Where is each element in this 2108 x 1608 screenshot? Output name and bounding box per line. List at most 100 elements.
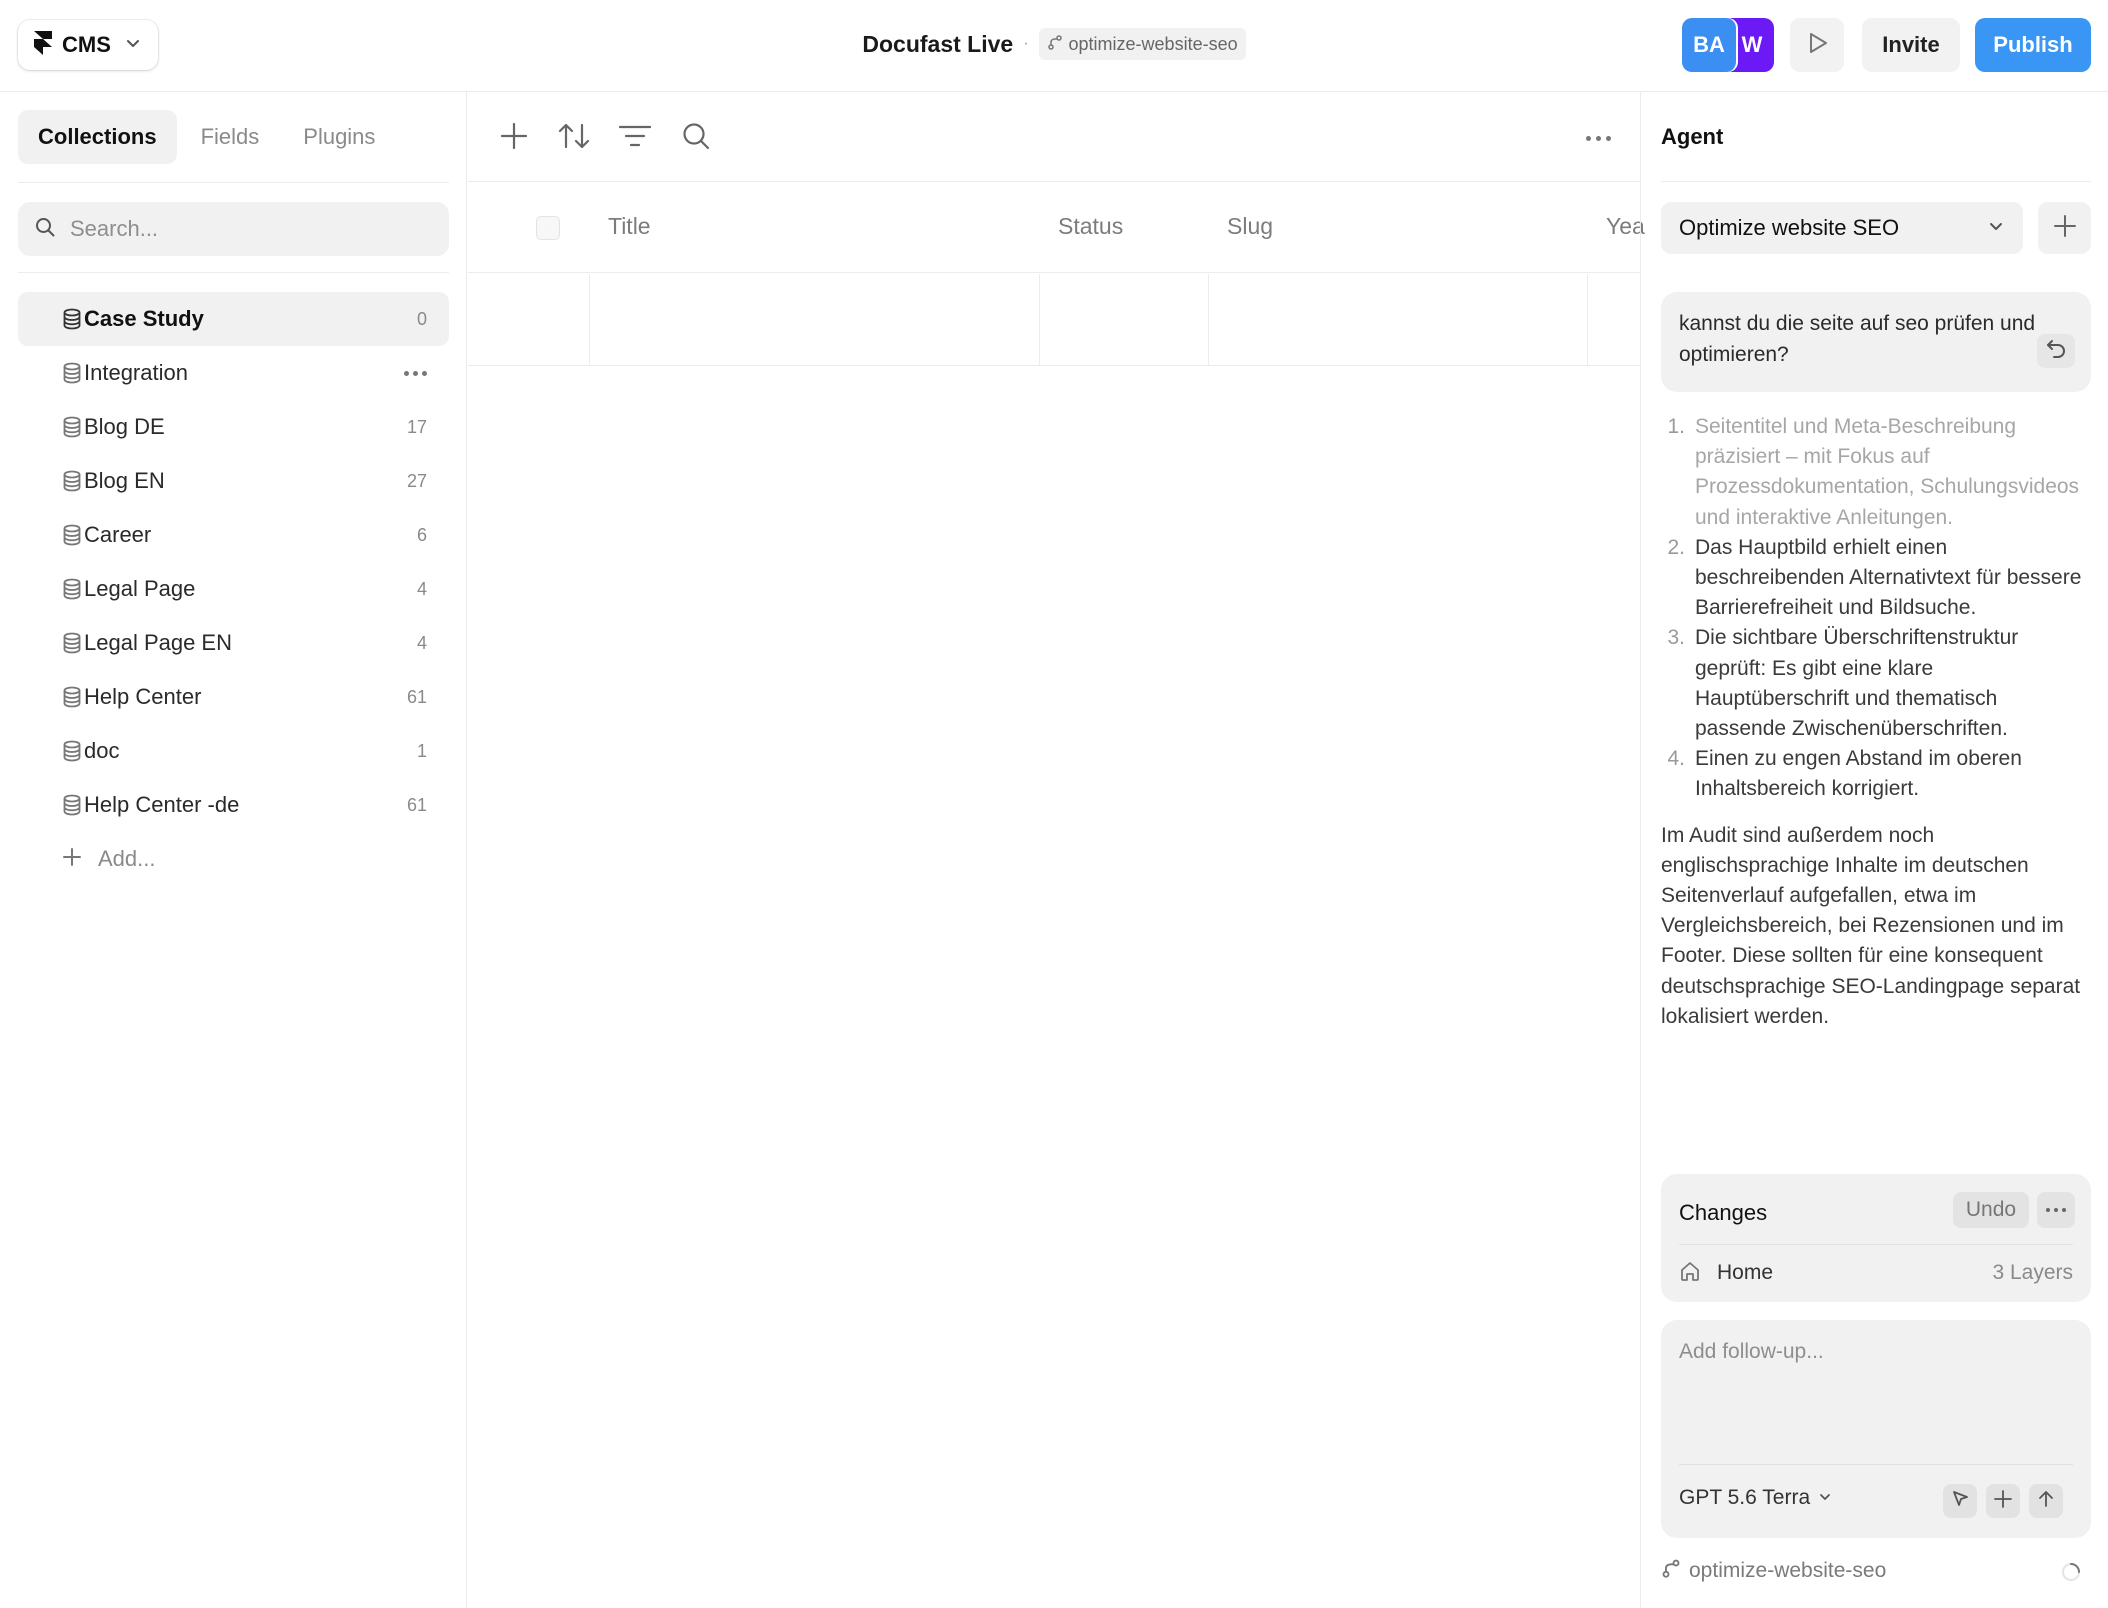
list-item: 3. Die sichtbare Überschriftenstruktur g… [1661, 623, 2091, 744]
plus-icon [2053, 214, 2077, 243]
sidebar-item-blog-de[interactable]: Blog DE 17 [18, 400, 449, 454]
changes-title: Changes [1679, 1200, 1768, 1225]
sidebar-item-career[interactable]: Career 6 [18, 508, 449, 562]
list-item: 2. Das Hauptbild erhielt einen beschreib… [1661, 533, 2091, 624]
sidebar-item-doc[interactable]: doc 1 [18, 724, 449, 778]
project-title[interactable]: Docufast Live [862, 31, 1013, 58]
tab-plugins[interactable]: Plugins [283, 110, 395, 164]
list-item: 4. Einen zu engen Abstand im oberen Inha… [1661, 744, 2091, 804]
plus-icon [1993, 1489, 2013, 1514]
search-input[interactable] [70, 216, 430, 242]
item-count: 6 [416, 524, 427, 545]
undo-button[interactable]: Undo [1953, 1192, 2029, 1228]
column-header-status[interactable]: Status [1058, 213, 1123, 240]
home-icon [1679, 1260, 1701, 1287]
tab-fields[interactable]: Fields [181, 110, 280, 164]
column-divider [1039, 274, 1040, 366]
changed-page-row[interactable]: Home 3 Layers [1661, 1244, 2091, 1302]
add-collection-button[interactable]: Add... [18, 832, 449, 886]
agent-title: Agent [1661, 124, 1724, 149]
item-count: 27 [406, 470, 427, 491]
list-item: 1. Seitentitel und Meta-Beschreibung prä… [1661, 412, 2091, 533]
avatar[interactable]: BA [1682, 18, 1736, 72]
sidebar-item-label: Legal Page [84, 576, 196, 601]
new-task-button[interactable] [2038, 202, 2091, 254]
filter-button[interactable] [615, 118, 655, 158]
sidebar-item-integration[interactable]: Integration [18, 346, 449, 400]
list-number: 1. [1667, 415, 1685, 438]
sidebar-item-legal-page[interactable]: Legal Page 4 [18, 562, 449, 616]
task-dropdown[interactable]: Optimize website SEO [1661, 202, 2023, 254]
play-icon [1804, 30, 1830, 61]
item-count: 61 [406, 686, 427, 707]
more-options-icon[interactable] [1578, 118, 1618, 158]
model-label: GPT 5.6 Terra [1679, 1486, 1811, 1509]
main-content: Title Status Slug Yea [468, 92, 1645, 1608]
follow-up-input[interactable] [1679, 1340, 2073, 1420]
task-label: Optimize website SEO [1679, 215, 1900, 240]
sort-button[interactable] [554, 118, 594, 158]
branch-icon [1661, 1558, 1681, 1584]
collaborator-avatars: W BA [1682, 18, 1774, 72]
database-icon [62, 578, 82, 605]
changes-card: Changes Undo Home 3 Layers [1661, 1174, 2091, 1302]
column-divider [589, 274, 590, 366]
sidebar-item-help-center[interactable]: Help Center 61 [18, 670, 449, 724]
invite-button[interactable]: Invite [1862, 18, 1960, 72]
cursor-icon [1950, 1489, 1970, 1514]
composer: GPT 5.6 Terra [1661, 1320, 2091, 1538]
list-number: 2. [1667, 535, 1685, 559]
search-icon [34, 216, 56, 243]
preview-button[interactable] [1790, 18, 1844, 72]
database-icon [62, 470, 82, 497]
sidebar-item-legal-page-en[interactable]: Legal Page EN 4 [18, 616, 449, 670]
sidebar-tabs: Collections Fields Plugins [18, 110, 395, 164]
item-count: 4 [416, 578, 427, 599]
branch-chip[interactable]: optimize-website-seo [1038, 28, 1246, 60]
sidebar-item-label: Career [84, 522, 152, 547]
more-icon[interactable] [404, 370, 427, 376]
database-icon [62, 524, 82, 551]
chevron-down-icon [125, 35, 141, 56]
table-row[interactable] [468, 274, 1640, 366]
cms-menu-button[interactable]: CMS [18, 20, 158, 70]
select-element-button[interactable] [1943, 1484, 1977, 1518]
list-number: 4. [1667, 747, 1685, 771]
more-options-icon[interactable] [2037, 1192, 2075, 1228]
tab-collections[interactable]: Collections [18, 110, 177, 164]
sidebar-item-help-center-de[interactable]: Help Center -de 61 [18, 778, 449, 832]
search-field[interactable] [18, 202, 449, 256]
database-icon [62, 794, 82, 821]
changed-layers-count: 3 Layers [1992, 1261, 2073, 1284]
list-text: Einen zu engen Abstand im oberen Inhalts… [1695, 747, 2022, 801]
model-dropdown[interactable]: GPT 5.6 Terra [1679, 1486, 1832, 1510]
sidebar-item-case-study[interactable]: Case Study 0 [18, 292, 449, 346]
attach-button[interactable] [1986, 1484, 2020, 1518]
revert-button[interactable] [2037, 334, 2075, 368]
sidebar-item-blog-en[interactable]: Blog EN 27 [18, 454, 449, 508]
database-icon [62, 362, 82, 389]
publish-button[interactable]: Publish [1975, 18, 2091, 72]
send-button[interactable] [2029, 1484, 2063, 1518]
column-header-year[interactable]: Yea [1606, 213, 1645, 240]
column-header-slug[interactable]: Slug [1227, 213, 1273, 240]
top-bar: CMS Docufast Live · optimize-website-seo… [0, 0, 2108, 92]
select-all-checkbox[interactable] [536, 216, 560, 240]
search-button[interactable] [676, 118, 716, 158]
loading-spinner-icon [2061, 1562, 2081, 1582]
table-header: Title Status Slug Yea [468, 183, 1645, 273]
database-icon [62, 416, 82, 443]
database-icon [62, 308, 82, 335]
column-header-title[interactable]: Title [608, 213, 651, 240]
sidebar-item-label: Help Center [84, 684, 202, 709]
database-icon [62, 632, 82, 659]
add-item-button[interactable] [494, 118, 534, 158]
agent-panel: Agent Optimize website SEO kannst du die… [1640, 92, 2108, 1608]
user-message-text: kannst du die seite auf seo prüfen und o… [1679, 312, 2036, 366]
arrow-up-icon [2036, 1489, 2056, 1514]
sidebar-item-label: Legal Page EN [84, 630, 232, 655]
undo-icon [2045, 336, 2067, 367]
database-icon [62, 686, 82, 713]
search-icon [681, 121, 711, 156]
add-label: Add... [98, 846, 156, 871]
